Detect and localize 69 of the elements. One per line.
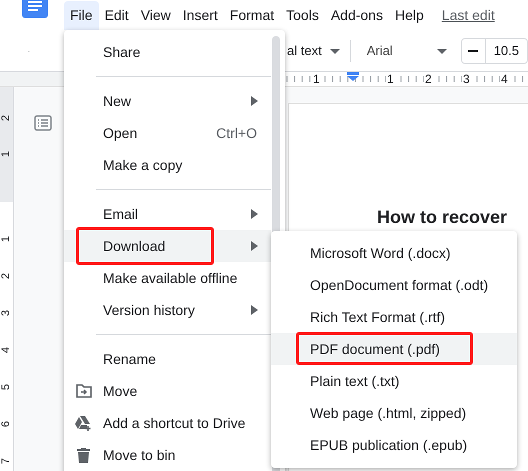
menu-tab[interactable]: File — [64, 1, 99, 30]
menu-item[interactable]: Share — [64, 36, 271, 68]
ruler-number: 2 — [424, 72, 433, 86]
submenu-arrow-icon — [251, 96, 258, 106]
ruler-number: 3 — [462, 72, 471, 86]
menu-item[interactable]: New — [64, 85, 271, 117]
ruler-number: 2 — [0, 114, 14, 122]
ruler-number: 1 — [0, 236, 14, 242]
ruler-number: 4 — [500, 72, 509, 86]
menu-tab[interactable]: Format — [224, 1, 280, 30]
menu-item-label: Share — [103, 42, 140, 62]
menu-item[interactable]: Rename — [64, 343, 271, 375]
menu-item-label: Download — [103, 236, 166, 256]
menu-item-label: Move — [103, 382, 138, 400]
document-title: How to recover — [377, 206, 508, 229]
trash-icon — [77, 448, 90, 462]
ruler-number: 5 — [0, 384, 14, 390]
ruler-number: 6 — [0, 420, 14, 428]
drive-add-icon — [75, 416, 92, 430]
submenu-arrow-icon — [251, 241, 258, 251]
caret-icon — [436, 48, 447, 54]
menu-item[interactable]: Email — [64, 198, 271, 230]
menu-item-label: Open — [103, 124, 138, 143]
menu-item[interactable]: PDF document (.pdf) — [271, 333, 517, 365]
menu-item[interactable]: Web page (.html, zipped) — [271, 397, 517, 429]
menu-item-label: Rename — [103, 350, 156, 368]
menu-tab[interactable]: Tools — [280, 1, 325, 30]
menu-item-label: Make a copy — [103, 156, 182, 175]
ruler-number: 1 — [0, 150, 14, 158]
menu-item[interactable]: Move to bin — [64, 439, 271, 471]
menu-tab[interactable]: Add-ons — [324, 1, 389, 30]
menu-item-label: Email — [103, 204, 138, 224]
ruler-number: 2 — [0, 272, 14, 280]
menu-item[interactable]: Microsoft Word (.docx) — [271, 237, 517, 269]
menu-item[interactable]: Make a copy — [64, 149, 271, 181]
ruler-number: 4 — [0, 346, 14, 354]
menu-item[interactable]: Open Ctrl+O — [64, 117, 271, 149]
menu-item[interactable]: EPUB publication (.epub) — [271, 429, 517, 461]
outline-icon — [34, 115, 52, 131]
ruler-number: 1 — [312, 72, 321, 86]
shortcut-label: Ctrl+O — [216, 124, 257, 142]
menu-item[interactable]: Download — [64, 230, 271, 262]
caret-icon — [330, 48, 340, 54]
folder-icon — [76, 384, 92, 398]
last-edit-link[interactable]: Last edit — [442, 5, 495, 26]
menu-item[interactable]: Rich Text Format (.rtf) — [271, 301, 517, 333]
menu-item[interactable]: Add a shortcut to Drive — [64, 407, 271, 439]
menu-item[interactable]: Version history — [64, 294, 271, 326]
menu-item-label: Move to bin — [103, 446, 176, 464]
menu-item[interactable]: Plain text (.txt) — [271, 365, 517, 397]
submenu-arrow-icon — [251, 209, 258, 219]
menu-item-label: Make available offline — [103, 268, 238, 288]
menu-item[interactable]: Move — [64, 375, 271, 407]
ruler-number: 7 — [0, 458, 14, 464]
menu-item-label: New — [103, 92, 132, 110]
menu-item-label: Add a shortcut to Drive — [103, 414, 246, 432]
menu-tab[interactable]: Edit — [98, 1, 135, 30]
minus-icon — [468, 50, 478, 52]
menu-item[interactable]: Make available offline — [64, 262, 271, 294]
submenu-arrow-icon — [251, 305, 258, 315]
ruler-number: 1 — [386, 72, 395, 86]
font-dropdown[interactable]: Arial — [366, 41, 437, 61]
menu-tab[interactable]: Insert — [176, 1, 224, 30]
menu-tab[interactable]: View — [134, 1, 177, 30]
menu-tab[interactable]: Help — [388, 1, 430, 30]
menu-item-label: Version history — [103, 300, 195, 320]
indent-marker-icon — [347, 72, 359, 81]
menu-item[interactable]: OpenDocument format (.odt) — [271, 269, 517, 301]
ruler-number: 3 — [0, 310, 14, 316]
